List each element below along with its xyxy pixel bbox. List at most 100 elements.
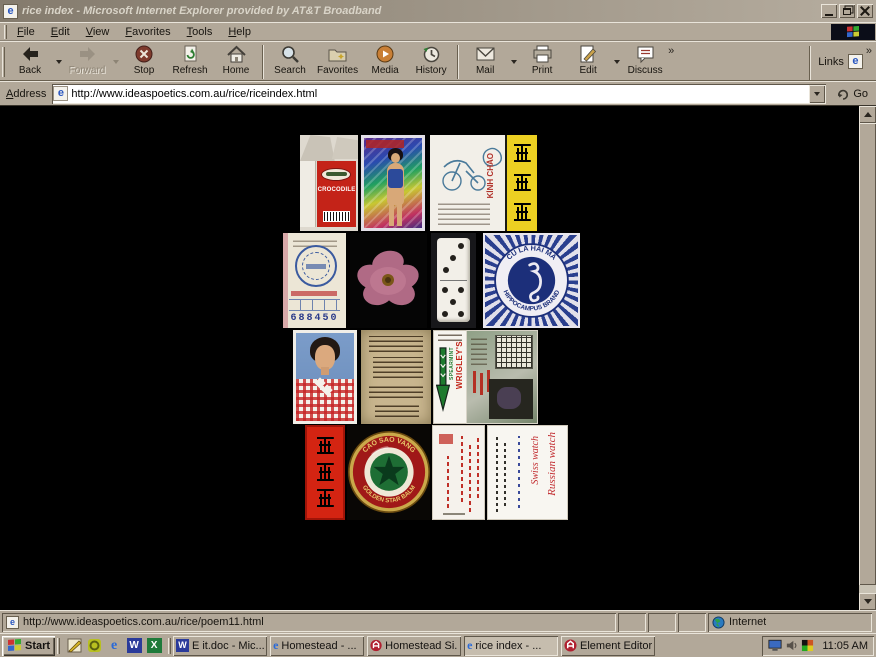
task-homestead-browser[interactable]: e Homestead - ...: [270, 636, 364, 656]
minimize-button[interactable]: [821, 4, 837, 18]
menu-help[interactable]: Help: [220, 24, 259, 40]
taskbar-clock[interactable]: 11:05 AM: [822, 640, 868, 652]
thumbnail-kinh-chao-card[interactable]: KÍNH CHÀO: [430, 135, 537, 231]
forward-dropdown[interactable]: [110, 43, 121, 80]
back-dropdown[interactable]: [53, 43, 64, 80]
small-footer-mark: [443, 513, 465, 515]
task-word-document[interactable]: W E it.doc - Mic...: [173, 636, 267, 656]
thumbnail-old-document[interactable]: [361, 330, 431, 424]
media-button[interactable]: Media: [362, 43, 408, 80]
thumbnail-wrigleys-wrapper[interactable]: SPEARMINT WRIGLEY'S: [433, 330, 467, 424]
discuss-button[interactable]: Discuss: [622, 43, 668, 80]
address-url[interactable]: http://www.ideaspoetics.com.au/rice/rice…: [71, 88, 317, 100]
links-label[interactable]: Links: [818, 56, 844, 68]
edit-dropdown[interactable]: [611, 43, 622, 80]
thumbnail-id-photo[interactable]: [293, 330, 357, 424]
task-element-editor[interactable]: Element Editor: [561, 636, 655, 656]
table-lines: [289, 299, 340, 311]
task-homestead-sitebuilder[interactable]: Homestead Si...: [367, 636, 461, 656]
thumbnail-red-tag[interactable]: [305, 425, 345, 520]
start-flag-icon: [7, 639, 22, 652]
title-bar[interactable]: e rice index - Microsoft Internet Explor…: [0, 0, 876, 22]
window-title: rice index - Microsoft Internet Explorer…: [22, 5, 819, 17]
thumbnail-watch-card[interactable]: Russian watch Swiss watch: [487, 425, 568, 520]
barcode: [323, 211, 350, 222]
history-button[interactable]: History: [408, 43, 454, 80]
forward-button[interactable]: Forward: [64, 43, 110, 80]
pip: [442, 311, 448, 317]
menu-view[interactable]: View: [78, 24, 118, 40]
thumbnail-stamped-ticket[interactable]: 688450: [283, 233, 346, 328]
toolbar-grip[interactable]: [2, 47, 5, 77]
media-icon: [375, 44, 395, 64]
back-button[interactable]: Back: [7, 43, 53, 80]
status-pane: [648, 613, 676, 632]
scroll-down-icon: [864, 599, 872, 604]
mail-button[interactable]: Mail: [462, 43, 508, 80]
print-button[interactable]: Print: [519, 43, 565, 80]
menu-grip[interactable]: [4, 25, 7, 39]
balm-tin-lid: CAO SAO VANG GOLDEN STAR BALM: [348, 431, 430, 513]
search-button[interactable]: Search: [267, 43, 313, 80]
go-icon: [836, 87, 850, 101]
color-app-tray-icon[interactable]: [801, 639, 814, 652]
thumbnail-pressed-flower[interactable]: [350, 233, 427, 328]
links-overflow-chevron[interactable]: »: [866, 45, 872, 57]
address-dropdown[interactable]: [809, 85, 825, 103]
tag-character: [315, 435, 335, 457]
thumbnail-crocodile-box[interactable]: CROCODILE: [300, 135, 358, 231]
menu-bar: File Edit View Favorites Tools Help: [0, 22, 876, 41]
menu-favorites[interactable]: Favorites: [117, 24, 178, 40]
thumbnail-seahorse-label[interactable]: CU LA HAI MA HIPPOCAMPUS BRAND: [483, 233, 580, 328]
media-player-shortcut-icon[interactable]: [86, 638, 102, 654]
link-shortcut-icon[interactable]: e: [848, 54, 863, 69]
stop-button[interactable]: Stop: [121, 43, 167, 80]
go-button[interactable]: Go: [830, 83, 874, 104]
word-shortcut-icon[interactable]: W: [126, 638, 142, 654]
thumbnail-domino[interactable]: [431, 233, 476, 328]
task-rice-index[interactable]: e rice index - ...: [464, 636, 558, 656]
pip: [458, 311, 464, 317]
scroll-down-button[interactable]: [859, 593, 876, 610]
ie-shortcut-icon[interactable]: e: [106, 638, 122, 654]
mail-dropdown[interactable]: [508, 43, 519, 80]
security-zone-pane: Internet: [708, 613, 872, 632]
scroll-up-icon: [864, 112, 872, 117]
vertical-scrollbar[interactable]: [859, 106, 876, 610]
toolbar-overflow-chevron[interactable]: »: [668, 45, 674, 57]
excel-shortcut-icon[interactable]: X: [146, 638, 162, 654]
refresh-button[interactable]: Refresh: [167, 43, 213, 80]
menu-tools[interactable]: Tools: [179, 24, 221, 40]
thumbnail-balm-tin[interactable]: CAO SAO VANG GOLDEN STAR BALM: [347, 425, 430, 520]
address-label: Address: [2, 88, 52, 100]
display-tray-icon[interactable]: [768, 639, 782, 652]
menu-edit[interactable]: Edit: [43, 24, 78, 40]
scrollbar-thumb[interactable]: [859, 123, 876, 585]
red-vertical-text: [469, 442, 471, 512]
taskbar-grip[interactable]: [168, 638, 171, 654]
box-front-panel: CROCODILE: [317, 161, 356, 227]
favorites-button[interactable]: Favorites: [313, 43, 362, 80]
paint-shortcut-icon[interactable]: [66, 638, 82, 654]
address-input[interactable]: e http://www.ideaspoetics.com.au/rice/ri…: [52, 84, 826, 104]
thumbnail-red-script-card[interactable]: [432, 425, 485, 520]
thumbnail-stamp-card[interactable]: [466, 330, 538, 424]
close-button[interactable]: [857, 4, 873, 18]
quicklaunch-grip[interactable]: [57, 638, 60, 654]
seal-character: [512, 201, 532, 223]
history-icon: [421, 44, 441, 64]
menu-file[interactable]: File: [9, 24, 43, 40]
volume-tray-icon[interactable]: [785, 639, 798, 652]
figure-face: [391, 153, 400, 163]
scroll-up-button[interactable]: [859, 106, 876, 123]
photo-block: [489, 379, 533, 419]
red-vertical-text: [461, 436, 463, 502]
edit-button[interactable]: Edit: [565, 43, 611, 80]
thumbnail-swimsuit-card[interactable]: [361, 135, 425, 231]
restore-button[interactable]: [839, 4, 855, 18]
home-button[interactable]: Home: [213, 43, 259, 80]
restore-icon: [843, 8, 851, 15]
small-caption-lines: [438, 201, 490, 225]
ie-document-icon: e: [3, 4, 18, 19]
start-button[interactable]: Start: [2, 636, 55, 656]
